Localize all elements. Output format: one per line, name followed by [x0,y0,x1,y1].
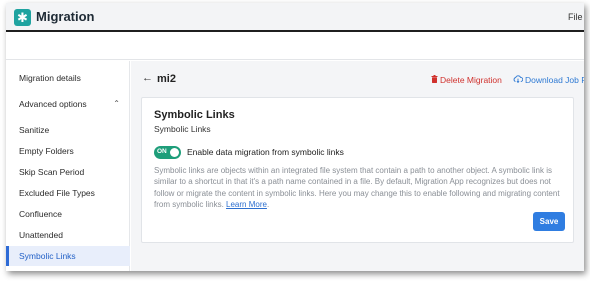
sidebar-item-label: Migration details [19,73,81,83]
file-menu[interactable]: File [568,12,583,22]
sidebar-item-advanced-options[interactable]: Advanced options ⌃ [6,94,130,114]
sidebar-item-unattended[interactable]: Unattended [6,225,130,245]
toggle-label: Enable data migration from symbolic link… [187,147,344,157]
delete-migration-button[interactable]: Delete Migration [431,75,502,85]
sidebar-item-symbolic-links[interactable]: Symbolic Links [6,246,130,266]
symbolic-links-card: Symbolic Links Symbolic Links ON Enable … [141,97,574,243]
sidebar-item-label: Advanced options [19,99,87,109]
toggle-knob [170,148,179,157]
save-button[interactable]: Save [533,212,565,231]
sidebar-item-label: Unattended [19,230,63,240]
sidebar-item-skip-scan-period[interactable]: Skip Scan Period [6,162,130,182]
page-title: mi2 [157,73,176,85]
sidebar-item-confluence[interactable]: Confluence [6,204,130,224]
app-window: ✱ Migration File Migration details Advan… [6,3,584,271]
sidebar-item-excluded-file-types[interactable]: Excluded File Types [6,183,130,203]
sidebar-item-label: Sanitize [19,125,50,135]
asterisk-icon: ✱ [14,9,31,26]
card-subtitle: Symbolic Links [154,124,211,134]
sidebar: Migration details Advanced options ⌃ San… [6,61,130,271]
app-title: Migration [36,9,95,24]
cloud-download-icon [513,75,524,85]
main-content: ← mi2 Delete Migration Download Job Re S… [131,61,584,271]
delete-migration-label: Delete Migration [440,75,502,85]
learn-more-link[interactable]: Learn More [226,200,267,209]
back-arrow-icon[interactable]: ← [142,72,153,84]
download-job-report-button[interactable]: Download Job Re [513,75,584,85]
sidebar-item-label: Skip Scan Period [19,167,85,177]
sidebar-item-label: Symbolic Links [19,251,76,261]
symbolic-links-toggle[interactable]: ON [154,146,181,159]
sidebar-item-sanitize[interactable]: Sanitize [6,120,130,140]
trash-icon [431,75,438,85]
header-strip [6,34,584,60]
sidebar-item-label: Confluence [19,209,63,219]
card-title: Symbolic Links [154,109,235,121]
description-period: . [266,200,270,210]
sidebar-item-label: Empty Folders [19,146,74,156]
sidebar-item-migration-details[interactable]: Migration details [6,68,130,88]
download-job-report-label: Download Job Re [525,75,584,85]
description-text: Symbolic links are objects within an int… [154,165,570,211]
description-body: Symbolic links are objects within an int… [154,166,560,210]
sidebar-item-empty-folders[interactable]: Empty Folders [6,141,130,161]
chevron-up-icon: ⌃ [113,99,120,108]
toggle-state-label: ON [157,148,167,155]
top-bar: ✱ Migration File [6,3,584,32]
sidebar-item-label: Excluded File Types [19,188,95,198]
